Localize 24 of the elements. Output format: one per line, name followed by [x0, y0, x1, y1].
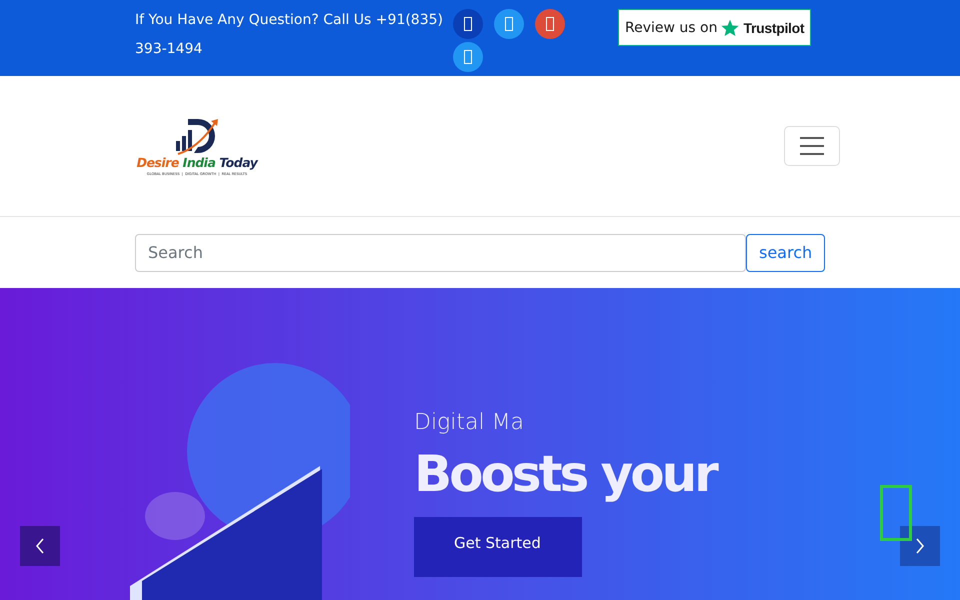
social-link[interactable]: [453, 9, 483, 39]
menu-button[interactable]: [784, 126, 840, 166]
missing-glyph-icon: [505, 17, 513, 31]
star-icon: [721, 18, 740, 36]
social-link[interactable]: [535, 9, 565, 39]
trustpilot-review-link[interactable]: Review us on Trustpilot: [618, 9, 812, 46]
menu-icon: [799, 136, 825, 156]
missing-glyph-icon: [880, 485, 912, 541]
hero-kicker-text: Digital Ma: [414, 410, 524, 435]
social-link[interactable]: [453, 42, 483, 72]
chart-arrow-logo-icon: [174, 116, 220, 154]
logo-name: Desire India Today: [136, 154, 258, 170]
missing-glyph-icon: [464, 17, 472, 31]
chevron-left-icon: [35, 538, 45, 554]
search-field[interactable]: Search: [135, 234, 746, 272]
search-button[interactable]: search: [746, 234, 826, 272]
contact-text: If You Have Any Question? Call Us +91(835) 393-1494: [135, 11, 444, 59]
missing-glyph-icon: [546, 17, 554, 31]
hero-headline: Boosts your: [414, 445, 716, 503]
chevron-right-icon: [915, 538, 925, 554]
get-started-button[interactable]: Get Started: [414, 517, 582, 577]
social-link[interactable]: [494, 9, 524, 39]
missing-glyph-icon: [464, 50, 472, 64]
next-slide-button[interactable]: [900, 526, 940, 566]
